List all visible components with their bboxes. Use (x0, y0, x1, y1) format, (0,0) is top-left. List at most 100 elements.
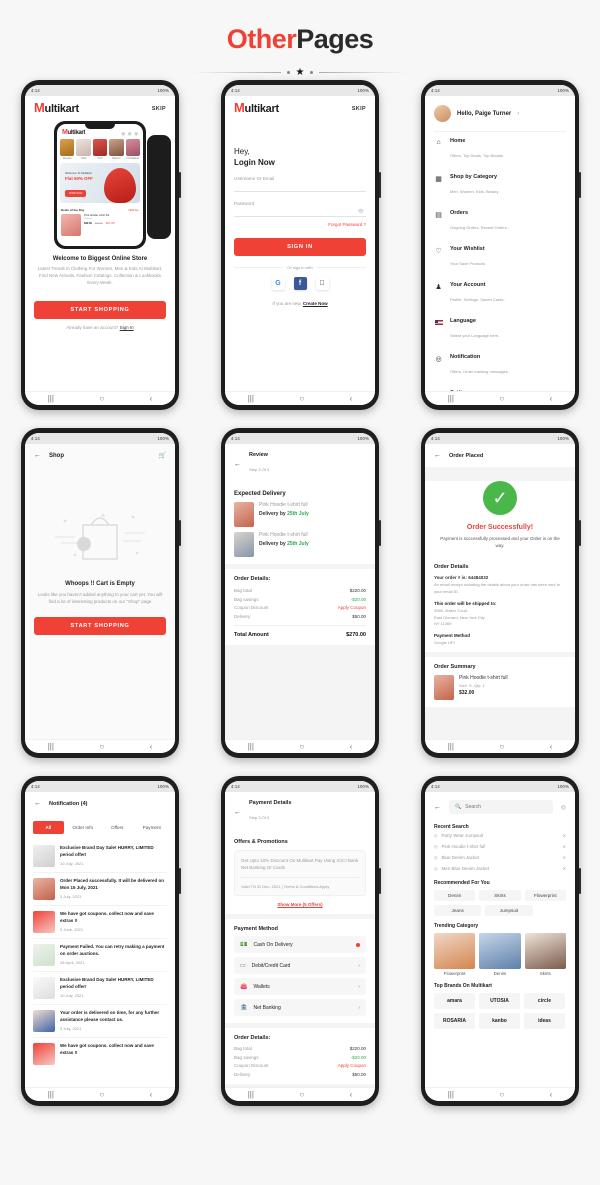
back-arrow-icon[interactable]: ← (234, 809, 241, 816)
trending-item-denim[interactable]: Denim (479, 933, 521, 976)
brand-ideas[interactable]: ideas (523, 1013, 565, 1029)
recents-button[interactable]: ||| (448, 742, 454, 751)
home-button[interactable]: ○ (99, 394, 104, 403)
tab-all[interactable]: All (33, 821, 64, 834)
search-input[interactable]: 🔍 (449, 800, 553, 814)
apply-coupon-link[interactable]: Apply Coupon (338, 1063, 366, 1068)
search-text-field[interactable] (465, 804, 547, 810)
recents-button[interactable]: ||| (48, 742, 54, 751)
home-button[interactable]: ○ (299, 742, 304, 751)
back-arrow-icon[interactable]: ← (434, 452, 441, 459)
facebook-icon[interactable]: f (293, 277, 307, 290)
back-button[interactable]: ‹ (350, 394, 353, 403)
payment-method-cash-on-delivery[interactable]: 💵 Cash On Delivery (234, 936, 366, 954)
apply-coupon-link[interactable]: Apply Coupon (338, 605, 366, 610)
brand-amara[interactable]: amara (434, 993, 475, 1009)
username-input[interactable] (234, 181, 366, 192)
radio-selected[interactable] (356, 942, 360, 947)
sign-in-link[interactable]: Sign In (120, 325, 134, 330)
brand-kanbo[interactable]: kanbo (478, 1013, 520, 1029)
menu-item-account[interactable]: ♟ Your Account Profile, Settings, Saved C… (425, 276, 575, 312)
notification-item[interactable]: Exclusive Brand Day Sale! HURRY, LIMITED… (25, 840, 175, 872)
trending-item-skirts[interactable]: Skirts (524, 933, 566, 976)
cart-icon[interactable]: 🛒 (159, 452, 166, 459)
recent-search-item[interactable]: ◷ Blue Denim Jacket ✕ (425, 852, 575, 863)
brand-utosia[interactable]: UTOSIA (478, 993, 520, 1009)
mockup-section-link[interactable]: VIEW ALL (128, 209, 139, 212)
notification-item[interactable]: We have got coupons. collect now and sav… (25, 906, 175, 938)
start-shopping-button[interactable]: START SHOPPING (34, 617, 166, 636)
recents-button[interactable]: ||| (48, 394, 54, 403)
eye-icon[interactable]: 👁 (358, 209, 364, 215)
tab-payment[interactable]: Payment (137, 821, 168, 834)
mockup-banner-cta[interactable]: SHOP NOW (65, 190, 87, 197)
sign-in-button[interactable]: SIGN IN (234, 238, 366, 256)
back-button[interactable]: ‹ (550, 1090, 553, 1099)
skip-button[interactable]: SKIP (152, 106, 166, 112)
back-button[interactable]: ‹ (550, 394, 553, 403)
back-button[interactable]: ‹ (150, 1090, 153, 1099)
menu-item-orders[interactable]: ▤ Orders Ongoing Orders, Recent Orders.. (425, 204, 575, 240)
chip-flowerprint[interactable]: Flowerprint (524, 890, 566, 901)
chip-denim[interactable]: Denim (434, 890, 476, 901)
recent-search-item[interactable]: ◷ Party Wear Jumpsuit ✕ (425, 830, 575, 841)
menu-item-notification[interactable]: ◎ Notification Offers, Order tracking mes… (425, 348, 575, 384)
close-icon[interactable]: ✕ (563, 866, 566, 871)
back-button[interactable]: ‹ (150, 394, 153, 403)
back-button[interactable]: ‹ (350, 742, 353, 751)
back-arrow-icon[interactable]: ← (34, 452, 41, 459)
menu-item-language[interactable]: Language Select your Language here.. (425, 312, 575, 348)
menu-item-shop-by-category[interactable]: ▦ Shop by Category Men, Women, Kids, Beau… (425, 168, 575, 204)
recents-button[interactable]: ||| (248, 394, 254, 403)
home-button[interactable]: ○ (499, 394, 504, 403)
payment-method-debit-credit-card[interactable]: ▭ Debit/Credit Card › (234, 957, 366, 975)
recents-button[interactable]: ||| (248, 1090, 254, 1099)
tab-order-info[interactable]: Order Info (68, 821, 99, 834)
home-button[interactable]: ○ (299, 1090, 304, 1099)
recents-button[interactable]: ||| (448, 394, 454, 403)
close-icon[interactable]: ✕ (563, 844, 566, 849)
back-arrow-icon[interactable]: ← (234, 461, 241, 468)
menu-item-wishlist[interactable]: ♡ Your Wishlist Your Save Products (425, 240, 575, 276)
payment-method-net-banking[interactable]: 🏦 Net Banking › (234, 999, 366, 1017)
brand-rosaria[interactable]: ROSARIA (434, 1013, 475, 1029)
menu-item-settings[interactable]: ⚙ SettingsApp settings, Dark mode (425, 384, 575, 391)
home-button[interactable]: ○ (499, 1090, 504, 1099)
notification-item[interactable]: We have got coupons. collect now and sav… (25, 1038, 175, 1070)
start-shopping-button[interactable]: START SHOPPING (34, 300, 166, 319)
apple-icon[interactable]:  (315, 277, 329, 290)
profile-row[interactable]: Hello, Paige Turner › (425, 96, 575, 131)
back-arrow-icon[interactable]: ← (34, 800, 41, 807)
forgot-password-link[interactable]: Forgot Password ? (234, 222, 366, 227)
recents-button[interactable]: ||| (48, 1090, 54, 1099)
notification-item[interactable]: Order Placed successfully. It will be de… (25, 873, 175, 905)
notification-item[interactable]: Your order is delivered on time, for any… (25, 1005, 175, 1037)
recent-search-item[interactable]: ◷ Pink Hoodie t-shirt full ✕ (425, 841, 575, 852)
password-input[interactable]: 👁 (234, 206, 366, 217)
home-button[interactable]: ○ (299, 394, 304, 403)
notification-item[interactable]: Payment Failed. You can retry making a p… (25, 939, 175, 971)
recents-button[interactable]: ||| (448, 1090, 454, 1099)
close-icon[interactable]: ✕ (563, 855, 566, 860)
back-arrow-icon[interactable]: ← (434, 804, 441, 811)
skip-button[interactable]: SKIP (352, 106, 366, 112)
camera-icon[interactable]: ◎ (561, 804, 566, 811)
back-button[interactable]: ‹ (350, 1090, 353, 1099)
show-more-offers-link[interactable]: Show More (5 Offers) (234, 902, 366, 907)
brand-circle[interactable]: circle (523, 993, 565, 1009)
home-button[interactable]: ○ (99, 742, 104, 751)
chip-jumpsuit[interactable]: Jumpsuit (485, 905, 533, 916)
google-icon[interactable]: G (271, 277, 285, 290)
chip-skirts[interactable]: Skirts (479, 890, 521, 901)
back-button[interactable]: ‹ (150, 742, 153, 751)
menu-item-home[interactable]: ⌂ Home Offers, Top Deals, Top Brands (425, 132, 575, 168)
home-button[interactable]: ○ (499, 742, 504, 751)
recent-search-item[interactable]: ◷ Men Blue Denim Jacket ✕ (425, 863, 575, 874)
payment-method-wallets[interactable]: 👛 Wallets › (234, 978, 366, 996)
notification-item[interactable]: Exclusive Brand Day Sale! HURRY, LIMITED… (25, 972, 175, 1004)
create-now-link[interactable]: Create Now (303, 301, 328, 306)
tab-offers[interactable]: Offers (102, 821, 133, 834)
home-button[interactable]: ○ (99, 1090, 104, 1099)
chip-jeans[interactable]: Jeans (434, 905, 482, 916)
recents-button[interactable]: ||| (248, 742, 254, 751)
